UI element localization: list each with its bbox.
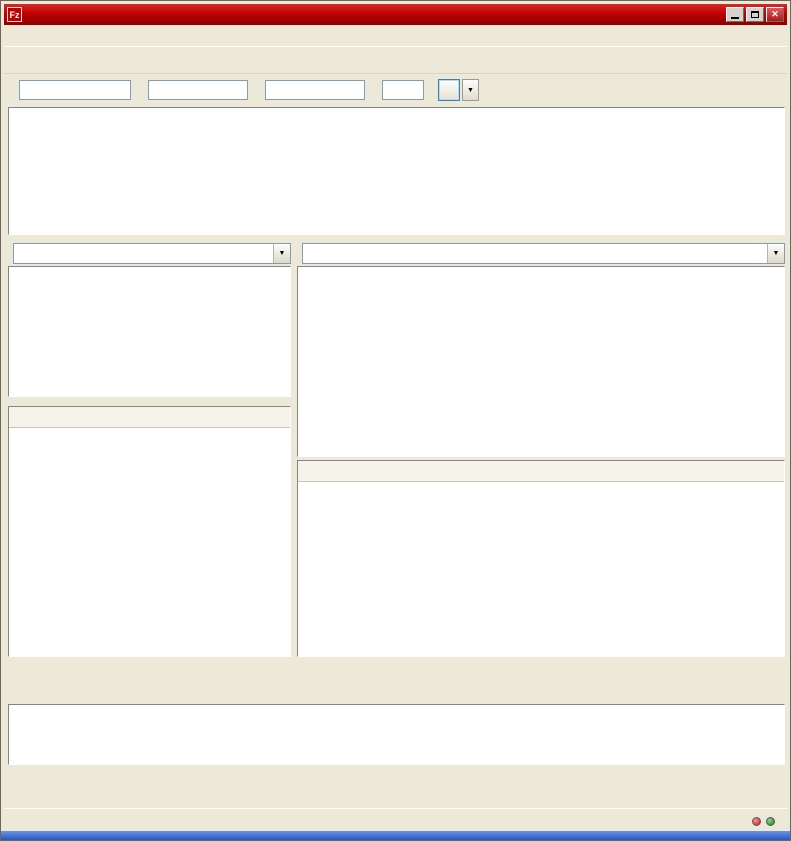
local-site-bar: ▼ <box>8 241 291 265</box>
close-button[interactable]: ✕ <box>766 7 784 22</box>
status-led-green <box>766 817 775 826</box>
remote-directory-tree <box>297 266 785 457</box>
filezilla-window: Fz ✕ ▼ ▼ ▼ <box>0 0 791 841</box>
chevron-down-icon[interactable]: ▼ <box>767 244 784 263</box>
remote-site-combobox[interactable]: ▼ <box>302 243 785 264</box>
maximize-button[interactable] <box>746 7 764 22</box>
local-site-combobox[interactable]: ▼ <box>13 243 291 264</box>
queue-horizontal-scrollbar[interactable] <box>8 765 785 782</box>
status-bar <box>4 808 787 833</box>
local-directory-tree <box>8 266 291 397</box>
taskbar-strip <box>1 831 790 840</box>
remote-horizontal-scrollbar[interactable] <box>297 657 785 674</box>
chevron-down-icon[interactable]: ▼ <box>273 244 290 263</box>
maximize-icon <box>751 11 759 18</box>
remote-site-bar: ▼ <box>297 241 785 265</box>
pane-splitter[interactable] <box>291 241 297 657</box>
username-input[interactable] <box>148 80 248 100</box>
transfer-queue <box>8 704 785 765</box>
quickconnect-button[interactable] <box>438 79 460 101</box>
port-input[interactable] <box>382 80 424 100</box>
queue-body <box>9 726 784 764</box>
remote-file-list <box>297 460 785 657</box>
quickconnect-bar: ▼ <box>4 74 787 106</box>
minimize-button[interactable] <box>726 7 744 22</box>
minimize-icon <box>731 17 739 19</box>
menubar <box>4 25 787 47</box>
status-led-red <box>752 817 761 826</box>
filezilla-logo-icon: Fz <box>7 7 22 22</box>
remote-tree-list-splitter[interactable] <box>297 457 785 460</box>
local-tree-list-splitter[interactable] <box>8 397 291 406</box>
quickconnect-dropdown-button[interactable]: ▼ <box>462 79 479 101</box>
titlebar[interactable]: Fz ✕ <box>4 4 787 25</box>
message-log <box>8 107 785 235</box>
local-file-list <box>8 406 291 657</box>
queue-header <box>9 705 784 726</box>
local-horizontal-scrollbar[interactable] <box>8 657 291 674</box>
host-input[interactable] <box>19 80 131 100</box>
toolbar <box>4 47 787 74</box>
password-input[interactable] <box>265 80 365 100</box>
